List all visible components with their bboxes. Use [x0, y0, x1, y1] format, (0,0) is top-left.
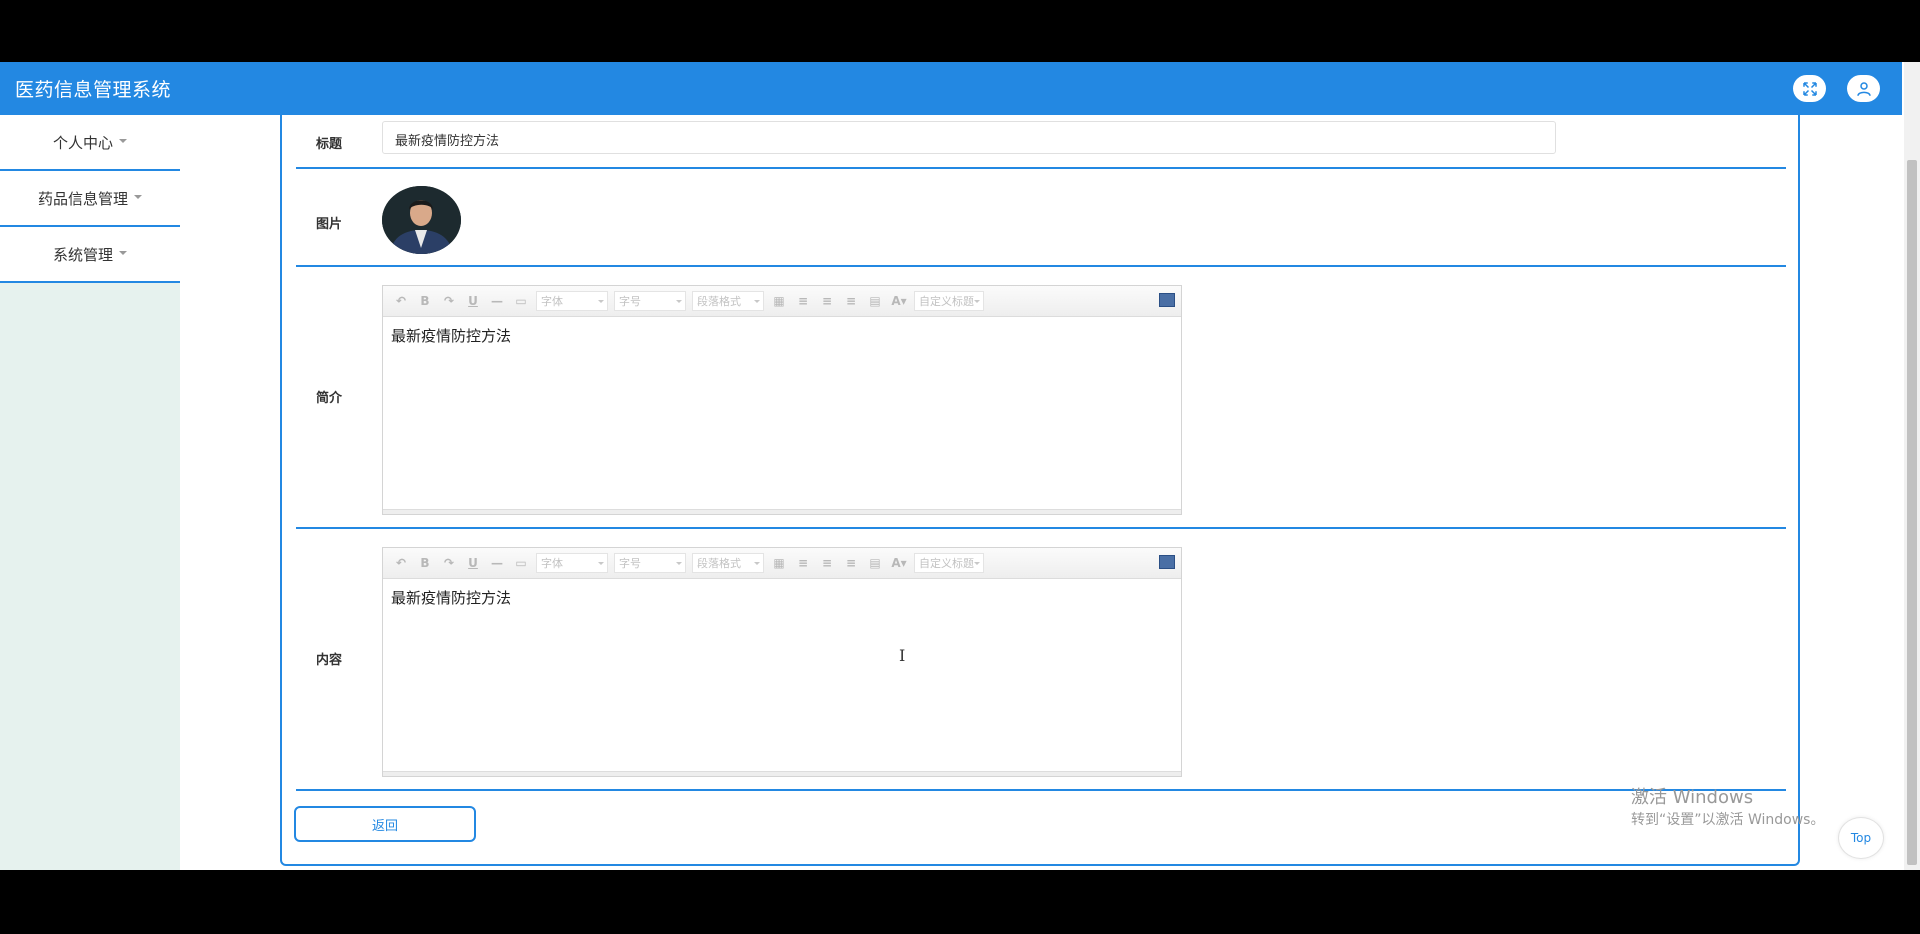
intro-editor-body[interactable]: 最新疫情防控方法: [383, 317, 1181, 354]
bold-icon[interactable]: B: [413, 294, 437, 308]
image-label: 图片: [316, 217, 343, 232]
source-view-icon[interactable]: [1159, 293, 1175, 307]
font-size-select[interactable]: 字号: [614, 291, 686, 311]
content-rich-editor[interactable]: ↶ B ↷ U — ▭ 字体 字号 段落格式 ▦ ≡ ≡ ≡ ▤ A▾ 自定义标…: [382, 547, 1182, 777]
sidebar-item-personal-center[interactable]: 个人中心: [0, 115, 180, 171]
app-title: 医药信息管理系统: [15, 79, 172, 101]
align-left-icon[interactable]: ≡: [791, 294, 815, 308]
windows-activation-watermark: 激活 Windows 转到“设置”以激活 Windows。: [1631, 787, 1824, 831]
clear-format-icon[interactable]: ▭: [509, 556, 533, 570]
back-to-top-button[interactable]: Top: [1838, 817, 1884, 859]
paragraph-select[interactable]: 段落格式: [692, 291, 764, 311]
undo-icon[interactable]: ↶: [389, 294, 413, 308]
editor-toolbar: ↶ B ↷ U — ▭ 字体 字号 段落格式 ▦ ≡ ≡ ≡ ▤ A▾ 自定义标…: [383, 286, 1181, 317]
font-size-select[interactable]: 字号: [614, 553, 686, 573]
sidebar-item-label: 系统管理: [52, 245, 113, 264]
horizontal-rule-icon[interactable]: —: [485, 556, 509, 570]
app-window: 医药信息管理系统 个人中心 药品信息管理 系统管理 标题 最新疫情防控方法 图片…: [0, 62, 1920, 870]
title-input[interactable]: 最新疫情防控方法: [382, 121, 1556, 154]
sidebar-item-label: 个人中心: [52, 133, 113, 152]
sidebar-item-system[interactable]: 系统管理: [0, 227, 180, 283]
font-select[interactable]: 字体: [536, 553, 608, 573]
custom-title-select[interactable]: 自定义标题: [914, 291, 984, 311]
chevron-down-icon: [119, 139, 127, 143]
fullscreen-button[interactable]: [1793, 75, 1826, 102]
form-row-title: 标题 最新疫情防控方法: [296, 115, 1786, 169]
horizontal-rule-icon[interactable]: —: [485, 294, 509, 308]
top-header: 医药信息管理系统: [0, 62, 1902, 115]
content-editor-body[interactable]: 最新疫情防控方法: [383, 579, 1181, 616]
form-row-image: 图片: [296, 169, 1786, 267]
font-color-icon[interactable]: A▾: [887, 556, 911, 570]
text-cursor-icon: I: [899, 646, 906, 665]
underline-icon[interactable]: U: [461, 556, 485, 570]
avatar-image[interactable]: [382, 186, 461, 254]
detail-form: 标题 最新疫情防控方法 图片 简介 ↶ B ↷ U — ▭ 字体 字号 段落格式…: [280, 115, 1800, 866]
clear-format-icon[interactable]: ▭: [509, 294, 533, 308]
underline-icon[interactable]: U: [461, 294, 485, 308]
justify-icon[interactable]: ▤: [863, 294, 887, 308]
source-view-icon[interactable]: [1159, 555, 1175, 569]
sidebar-item-drug-info[interactable]: 药品信息管理: [0, 171, 180, 227]
chevron-down-icon: [134, 195, 142, 199]
custom-title-select[interactable]: 自定义标题: [914, 553, 984, 573]
table-icon[interactable]: ▦: [767, 556, 791, 570]
undo-icon[interactable]: ↶: [389, 556, 413, 570]
editor-footer: [383, 771, 1181, 776]
table-icon[interactable]: ▦: [767, 294, 791, 308]
redo-icon[interactable]: ↷: [437, 556, 461, 570]
sidebar-item-label: 药品信息管理: [37, 189, 128, 208]
intro-label: 简介: [316, 391, 343, 406]
form-row-content: 内容 ↶ B ↷ U — ▭ 字体 字号 段落格式 ▦ ≡ ≡ ≡ ▤ A▾ 自…: [296, 529, 1786, 791]
font-select[interactable]: 字体: [536, 291, 608, 311]
page-scrollbar[interactable]: [1904, 62, 1920, 870]
paragraph-select[interactable]: 段落格式: [692, 553, 764, 573]
user-button[interactable]: [1847, 75, 1880, 102]
chevron-down-icon: [119, 251, 127, 255]
align-right-icon[interactable]: ≡: [815, 294, 839, 308]
fullscreen-icon: [1802, 81, 1817, 96]
watermark-line1: 激活 Windows: [1631, 787, 1754, 808]
align-right-icon[interactable]: ≡: [815, 556, 839, 570]
font-color-icon[interactable]: A▾: [887, 294, 911, 308]
user-icon: [1856, 81, 1871, 96]
sidebar: 个人中心 药品信息管理 系统管理: [0, 115, 180, 870]
bold-icon[interactable]: B: [413, 556, 437, 570]
form-row-intro: 简介 ↶ B ↷ U — ▭ 字体 字号 段落格式 ▦ ≡ ≡ ≡ ▤ A▾ 自…: [296, 267, 1786, 529]
content-label: 内容: [316, 653, 343, 668]
intro-rich-editor[interactable]: ↶ B ↷ U — ▭ 字体 字号 段落格式 ▦ ≡ ≡ ≡ ▤ A▾ 自定义标…: [382, 285, 1182, 515]
scrollbar-thumb[interactable]: [1907, 160, 1917, 865]
editor-toolbar: ↶ B ↷ U — ▭ 字体 字号 段落格式 ▦ ≡ ≡ ≡ ▤ A▾ 自定义标…: [383, 548, 1181, 579]
editor-footer: [383, 509, 1181, 514]
title-label: 标题: [316, 137, 343, 152]
redo-icon[interactable]: ↷: [437, 294, 461, 308]
justify-icon[interactable]: ▤: [863, 556, 887, 570]
align-center-icon[interactable]: ≡: [839, 294, 863, 308]
align-left-icon[interactable]: ≡: [791, 556, 815, 570]
person-photo-icon: [382, 186, 461, 254]
align-center-icon[interactable]: ≡: [839, 556, 863, 570]
back-button[interactable]: 返回: [294, 806, 476, 842]
watermark-line2: 转到“设置”以激活 Windows。: [1631, 812, 1825, 828]
